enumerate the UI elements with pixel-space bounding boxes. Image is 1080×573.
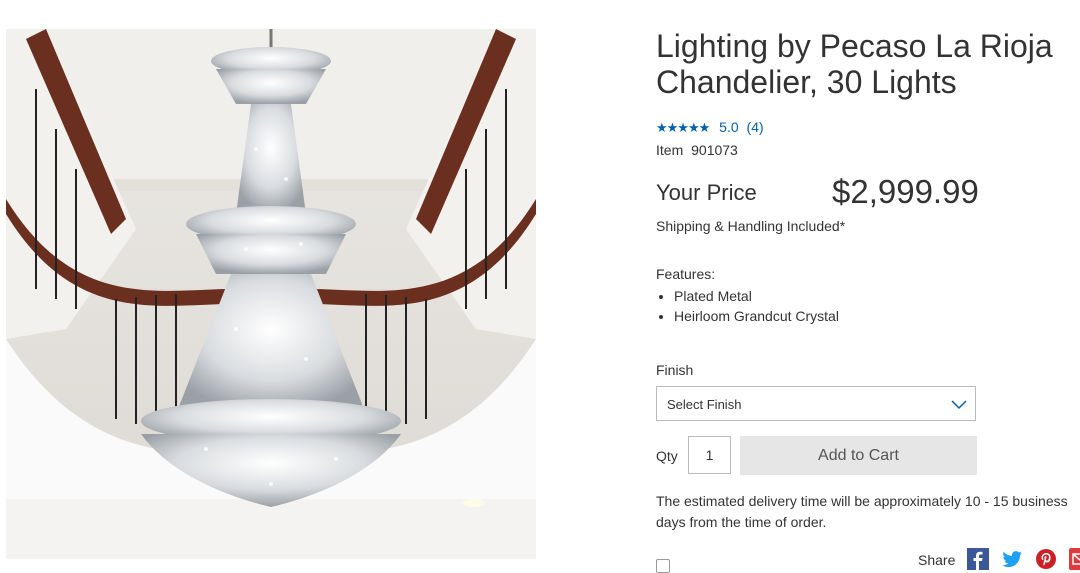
chevron-down-icon	[951, 396, 967, 417]
item-label: Item	[656, 142, 684, 158]
facebook-icon[interactable]	[967, 548, 990, 570]
features-label: Features:	[656, 266, 716, 282]
email-icon[interactable]	[1068, 548, 1080, 570]
product-info-panel: Lighting by Pecaso La Rioja Chandelier, …	[656, 0, 1080, 573]
rating-summary[interactable]: ★★★★★ 5.0 (4)	[656, 119, 764, 136]
item-number-value: 901073	[691, 142, 738, 158]
item-number: Item 901073	[656, 142, 738, 158]
price-label: Your Price	[656, 180, 757, 205]
features-section: Features: Plated Metal Heirloom Grandcut…	[656, 266, 839, 326]
share-bar: Share	[918, 548, 1080, 570]
shipping-note: Shipping & Handling Included*	[656, 218, 846, 234]
delivery-estimate: The estimated delivery time will be appr…	[656, 493, 1068, 530]
star-rating-icon: ★★★★★	[656, 120, 710, 135]
qty-label: Qty	[656, 448, 678, 464]
product-image[interactable]	[6, 29, 536, 559]
review-count-link[interactable]: (4)	[747, 119, 764, 135]
rating-value: 5.0	[719, 119, 739, 135]
finish-select-value: Select Finish	[667, 397, 742, 412]
quantity-input[interactable]	[688, 436, 731, 474]
pinterest-icon[interactable]	[1035, 548, 1057, 570]
share-label: Share	[918, 552, 956, 568]
feature-item: Heirloom Grandcut Crystal	[674, 306, 839, 326]
add-to-cart-button[interactable]: Add to Cart	[740, 436, 977, 475]
product-title: Lighting by Pecaso La Rioja Chandelier, …	[656, 28, 1053, 100]
finish-select[interactable]: Select Finish	[656, 386, 976, 421]
features-list: Plated Metal Heirloom Grandcut Crystal	[656, 286, 839, 326]
price-value: $2,999.99	[832, 173, 979, 210]
feature-item: Plated Metal	[674, 286, 839, 306]
compare-checkbox[interactable]	[656, 559, 670, 573]
chandelier-photo	[6, 29, 536, 559]
finish-label: Finish	[656, 362, 694, 378]
twitter-icon[interactable]	[1001, 548, 1023, 570]
